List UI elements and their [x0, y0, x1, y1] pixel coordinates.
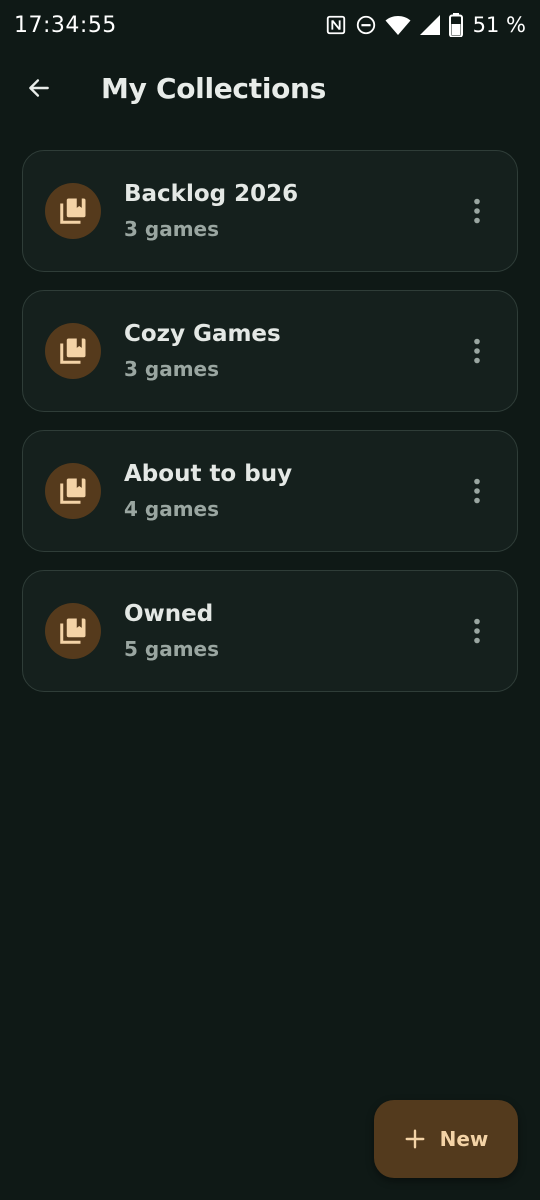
collection-text: Owned 5 games [124, 601, 457, 661]
collection-card[interactable]: About to buy 4 games [22, 430, 518, 552]
more-vert-icon [474, 198, 480, 224]
plus-icon [405, 1129, 425, 1149]
more-options-button[interactable] [457, 187, 497, 235]
collection-library-icon [60, 618, 86, 644]
page-title: My Collections [101, 71, 327, 105]
status-icons: 51 % [325, 13, 526, 37]
status-time: 17:34:55 [14, 12, 117, 38]
collection-library-icon [60, 198, 86, 224]
collection-title: Backlog 2026 [124, 181, 299, 207]
arrow-left-icon [29, 79, 49, 97]
battery-percent: 51 % [472, 13, 526, 37]
collection-text: Cozy Games 3 games [124, 321, 457, 381]
collection-count: 3 games [124, 217, 219, 241]
collection-avatar [45, 323, 101, 379]
collection-text: Backlog 2026 3 games [124, 181, 457, 241]
status-bar: 17:34:55 51 % [0, 0, 540, 50]
collection-title: About to buy [124, 461, 293, 487]
collection-count: 4 games [124, 497, 219, 521]
collection-card[interactable]: Backlog 2026 3 games [22, 150, 518, 272]
collection-library-icon [60, 338, 86, 364]
collection-count: 3 games [124, 357, 219, 381]
collection-card[interactable]: Owned 5 games [22, 570, 518, 692]
more-options-button[interactable] [457, 327, 497, 375]
wifi-icon [385, 16, 411, 35]
more-options-button[interactable] [457, 467, 497, 515]
signal-icon [419, 15, 440, 35]
collection-library-icon [60, 478, 86, 504]
collection-count: 5 games [124, 637, 219, 661]
new-button-label: New [439, 1127, 489, 1151]
new-collection-button[interactable]: New [374, 1100, 518, 1178]
collection-title: Cozy Games [124, 321, 281, 347]
nfc-icon [326, 15, 345, 35]
do-not-disturb-icon [356, 15, 375, 35]
collection-avatar [45, 463, 101, 519]
collection-text: About to buy 4 games [124, 461, 457, 521]
collection-avatar [45, 603, 101, 659]
app-bar: My Collections [0, 58, 540, 118]
more-vert-icon [474, 478, 480, 504]
more-vert-icon [474, 618, 480, 644]
back-button[interactable] [15, 64, 63, 112]
more-vert-icon [474, 338, 480, 364]
more-options-button[interactable] [457, 607, 497, 655]
collection-card[interactable]: Cozy Games 3 games [22, 290, 518, 412]
collection-list: Backlog 2026 3 games Cozy Games 3 games [22, 150, 518, 692]
battery-icon [448, 13, 463, 37]
collection-title: Owned [124, 601, 214, 627]
collection-avatar [45, 183, 101, 239]
